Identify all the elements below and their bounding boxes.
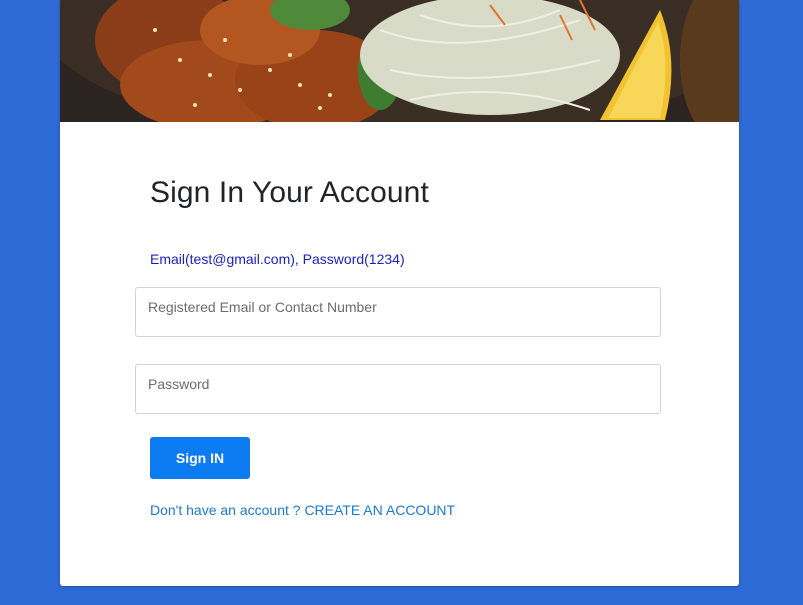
password-field[interactable]: Password — [135, 364, 661, 414]
login-card: Sign In Your Account Email(test@gmail.co… — [60, 0, 739, 586]
login-page: Sign In Your Account Email(test@gmail.co… — [0, 0, 803, 605]
email-field[interactable]: Registered Email or Contact Number — [135, 287, 661, 337]
login-form: Sign In Your Account Email(test@gmail.co… — [60, 122, 739, 586]
food-plate-image — [60, 0, 739, 122]
create-account-link[interactable]: Don't have an account ? CREATE AN ACCOUN… — [150, 502, 455, 518]
email-placeholder: Registered Email or Contact Number — [148, 299, 377, 315]
page-title: Sign In Your Account — [150, 176, 429, 209]
password-placeholder: Password — [148, 376, 210, 392]
food-illustration — [60, 0, 739, 122]
credentials-hint: Email(test@gmail.com), Password(1234) — [150, 251, 405, 267]
sign-in-button[interactable]: Sign IN — [150, 437, 250, 479]
